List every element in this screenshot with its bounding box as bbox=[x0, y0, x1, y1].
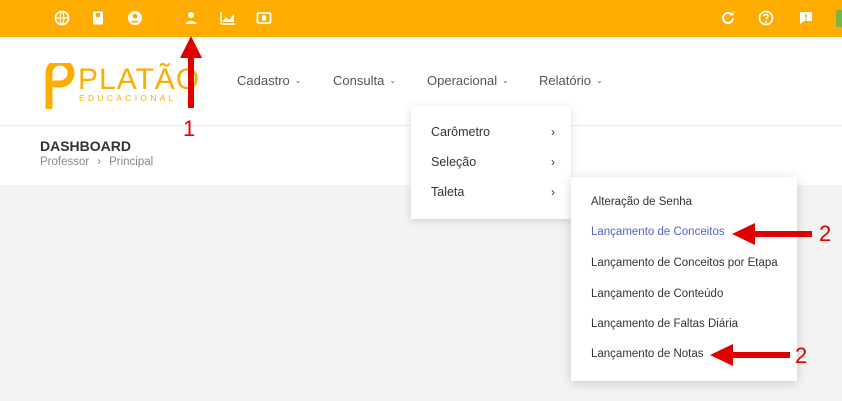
chevron-right-icon: › bbox=[551, 185, 555, 199]
chevron-down-icon: ⌄ bbox=[502, 76, 509, 85]
nav-label: Operacional bbox=[427, 73, 498, 88]
chevron-down-icon: ⌄ bbox=[596, 76, 603, 85]
chevron-down-icon: ⌄ bbox=[294, 76, 302, 85]
platao-logo[interactable]: PLATÃO EDUCACIONAL bbox=[42, 63, 199, 113]
logo-p-icon bbox=[45, 63, 75, 109]
help-icon[interactable] bbox=[757, 9, 775, 27]
chart-area-icon[interactable] bbox=[219, 9, 237, 27]
taleta-submenu: Alteração de Senha Lançamento de Conceit… bbox=[571, 177, 797, 381]
breadcrumb-separator-icon: › bbox=[97, 156, 102, 168]
nav-label: Relatório bbox=[539, 73, 592, 88]
nav-label: Consulta bbox=[333, 73, 385, 88]
globe-icon[interactable] bbox=[53, 9, 71, 27]
menu-item-carometro[interactable]: Carômetro › bbox=[431, 125, 555, 139]
person-icon[interactable] bbox=[182, 9, 200, 27]
nav-consulta[interactable]: Consulta ⌄ bbox=[333, 73, 396, 88]
nav-label: Cadastro bbox=[237, 73, 290, 88]
nav-relatorio[interactable]: Relatório ⌄ bbox=[539, 73, 603, 88]
menu-item-label: Carômetro bbox=[431, 125, 491, 139]
book-icon[interactable] bbox=[89, 9, 107, 27]
breadcrumb-item-principal: Principal bbox=[109, 156, 154, 168]
refresh-icon[interactable] bbox=[719, 9, 737, 27]
feedback-icon[interactable] bbox=[797, 9, 815, 27]
submenu-item-lancamento-conceitos[interactable]: Lançamento de Conceitos bbox=[591, 226, 725, 238]
money-icon[interactable] bbox=[255, 9, 273, 27]
submenu-item-lancamento-faltas[interactable]: Lançamento de Faltas Diária bbox=[591, 318, 738, 330]
logo-wordmark: PLATÃO bbox=[78, 63, 201, 96]
annotation-label-2a: 2 bbox=[819, 221, 832, 246]
nav-operacional[interactable]: Operacional ⌄ bbox=[427, 73, 509, 88]
annotation-label-2b: 2 bbox=[795, 343, 808, 368]
menu-item-label: Taleta bbox=[431, 185, 465, 199]
submenu-item-alteracao-senha[interactable]: Alteração de Senha bbox=[591, 196, 692, 208]
operacional-dropdown: Carômetro › Seleção › Taleta › bbox=[411, 106, 571, 219]
extra-icon-cutoff bbox=[836, 10, 842, 27]
logo-subtitle: EDUCACIONAL bbox=[79, 93, 177, 103]
submenu-item-lancamento-conceitos-etapa[interactable]: Lançamento de Conceitos por Etapa bbox=[591, 257, 778, 269]
nav-cadastro[interactable]: Cadastro ⌄ bbox=[237, 73, 301, 88]
page-title: DASHBOARD bbox=[40, 138, 131, 154]
menu-item-selecao[interactable]: Seleção › bbox=[431, 155, 555, 169]
menu-item-label: Seleção bbox=[431, 155, 477, 169]
chevron-right-icon: › bbox=[551, 125, 555, 139]
annotation-label-1: 1 bbox=[183, 116, 196, 141]
menu-item-taleta[interactable]: Taleta › bbox=[431, 185, 555, 199]
top-bar bbox=[0, 0, 842, 37]
chevron-down-icon: ⌄ bbox=[389, 76, 397, 85]
submenu-item-lancamento-conteudo[interactable]: Lançamento de Conteúdo bbox=[591, 288, 723, 300]
breadcrumb-item-professor[interactable]: Professor bbox=[40, 156, 89, 168]
breadcrumb: Professor › Principal bbox=[40, 156, 153, 168]
account-circle-icon[interactable] bbox=[126, 9, 144, 27]
submenu-item-lancamento-notas[interactable]: Lançamento de Notas bbox=[591, 348, 704, 360]
chevron-right-icon: › bbox=[551, 155, 555, 169]
